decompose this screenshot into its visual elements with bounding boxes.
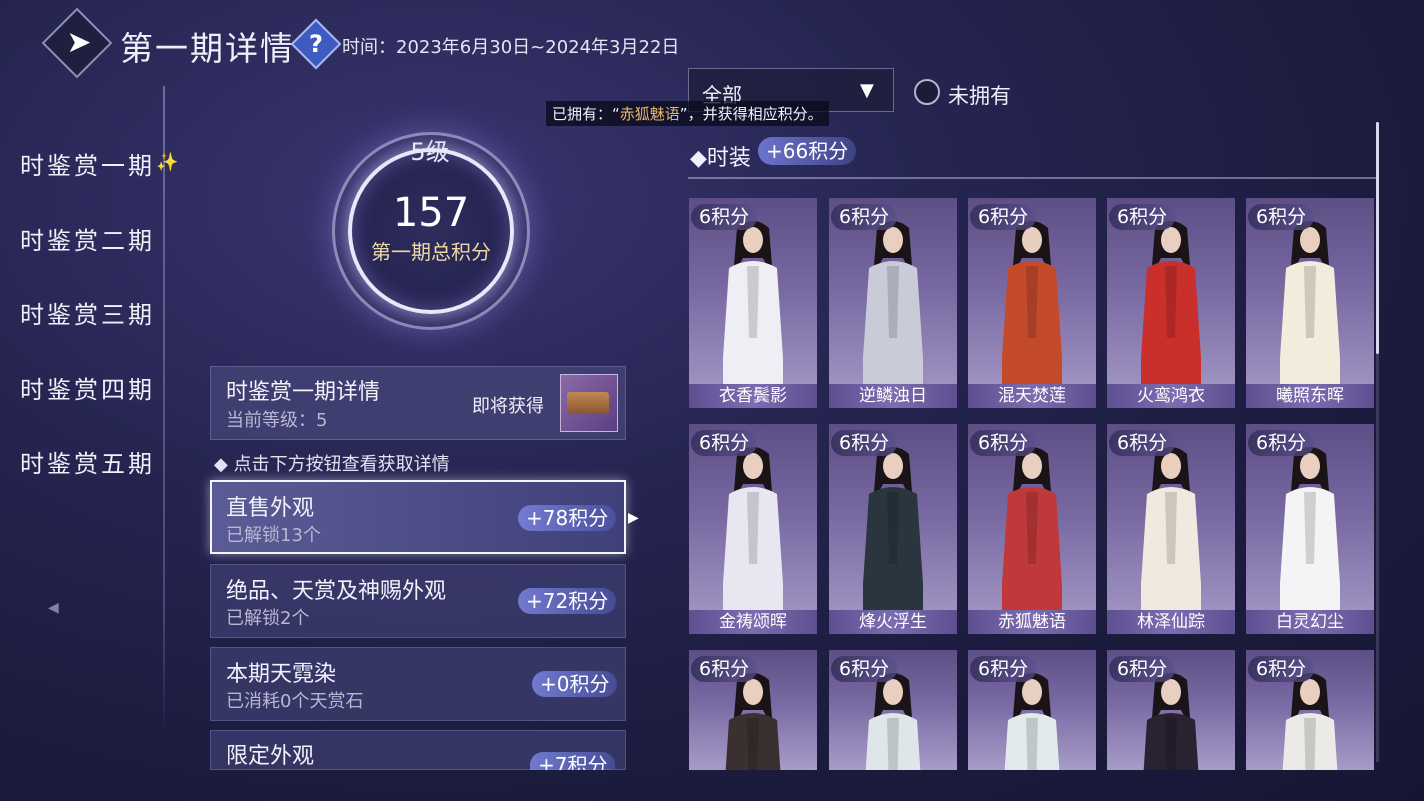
sidebar-item-period-5[interactable]: 时鉴赏五期	[20, 444, 155, 479]
outfit-name: 曦照东晖	[1246, 384, 1374, 408]
character-figure-icon	[1143, 673, 1199, 770]
character-figure-icon	[1004, 673, 1060, 770]
outfit-points-badge: 6积分	[1109, 656, 1176, 682]
outfit-points-badge: 6积分	[691, 656, 758, 682]
level-label: 5级	[410, 138, 450, 166]
page-title: 第一期详情	[120, 29, 295, 68]
coming-reward-label: 即将获得	[472, 396, 544, 417]
radio-label: 未拥有	[948, 84, 1011, 108]
outfit-card[interactable]: 6积分赤狐魅语	[968, 424, 1096, 634]
outfit-card[interactable]: 6积分火鸾鸿衣	[1107, 198, 1235, 408]
character-figure-icon	[863, 447, 923, 614]
outfit-name: 混天焚莲	[968, 384, 1096, 408]
outfit-card[interactable]: 6积分混天焚莲	[968, 198, 1096, 408]
outfit-name: 赤狐魅语	[968, 610, 1096, 634]
outfit-name: 白灵幻尘	[1246, 610, 1374, 634]
sidebar-item-period-4[interactable]: 时鉴赏四期	[20, 370, 155, 405]
character-figure-icon	[1141, 447, 1201, 614]
outfit-points-badge: 6积分	[691, 430, 758, 456]
category-title: 本期天霓染	[226, 662, 337, 687]
outfit-name: 林泽仙踪	[1107, 610, 1235, 634]
outfit-points-badge: 6积分	[1248, 430, 1315, 456]
character-figure-icon	[723, 447, 783, 614]
outfit-name: 衣香鬓影	[689, 384, 817, 408]
outfit-card[interactable]: 6积分曦照东晖	[1246, 198, 1374, 408]
category-points: +7积分	[530, 752, 616, 770]
outfit-name: 火鸾鸿衣	[1107, 384, 1235, 408]
outfit-name: 烽火浮生	[829, 610, 957, 634]
outfit-card[interactable]: 6积分林泽仙踪	[1107, 424, 1235, 634]
question-mark-icon: ?	[309, 30, 323, 58]
outfit-card[interactable]: 6积分	[829, 650, 957, 770]
outfit-points-badge: 6积分	[831, 204, 898, 230]
outfit-points-badge: 6积分	[970, 430, 1037, 456]
outfit-card[interactable]: 6积分	[1246, 650, 1374, 770]
outfit-card[interactable]: 6积分白灵幻尘	[1246, 424, 1374, 634]
selected-arrow-icon: ▶	[628, 510, 639, 526]
category-points: +78积分	[518, 505, 617, 531]
character-figure-icon	[1280, 447, 1340, 614]
section-divider	[688, 177, 1376, 179]
outfit-name: 金祷颂晖	[689, 610, 817, 634]
outfit-points-badge: 6积分	[970, 656, 1037, 682]
sidebar-item-period-3[interactable]: 时鉴赏三期	[20, 295, 155, 330]
period-text: 时间：2023年6月30日~2024年3月22日	[342, 37, 680, 58]
sidebar-item-period-2[interactable]: 时鉴赏二期	[20, 221, 155, 256]
character-figure-icon	[1282, 673, 1338, 770]
total-score-label: 第一期总积分	[371, 240, 491, 264]
character-figure-icon	[725, 673, 781, 770]
character-figure-icon	[1141, 221, 1201, 388]
sidebar-divider	[163, 86, 165, 736]
outfit-card[interactable]: 6积分衣香鬓影	[689, 198, 817, 408]
sidebar-item-period-1[interactable]: 时鉴赏一期	[20, 146, 155, 181]
total-score: 157	[392, 190, 470, 236]
category-sub: 已解锁13个	[226, 525, 321, 546]
owned-tooltip: 已拥有：“赤狐魅语”，并获得相应积分。	[546, 101, 829, 126]
outfit-points-badge: 6积分	[831, 656, 898, 682]
character-figure-icon	[1002, 447, 1062, 614]
back-arrow-icon: ➤	[66, 25, 92, 60]
outfit-name: 逆鳞浊日	[829, 384, 957, 408]
outfit-points-badge: 6积分	[970, 204, 1037, 230]
scrollbar-thumb[interactable]	[1376, 122, 1379, 354]
outfit-card[interactable]: 6积分	[968, 650, 1096, 770]
outfit-points-badge: 6积分	[1248, 204, 1315, 230]
outfit-points-badge: 6积分	[1109, 204, 1176, 230]
outfit-card[interactable]: 6积分	[689, 650, 817, 770]
scroll-hint-icon: ◀	[48, 600, 59, 616]
outfit-card[interactable]: 6积分	[1107, 650, 1235, 770]
character-figure-icon	[723, 221, 783, 388]
character-figure-icon	[1002, 221, 1062, 388]
outfit-card[interactable]: 6积分烽火浮生	[829, 424, 957, 634]
category-title: 限定外观	[226, 744, 315, 769]
character-figure-icon	[865, 673, 921, 770]
chevron-down-icon: ▼	[860, 80, 874, 101]
current-level: 当前等级：5	[226, 410, 328, 431]
outfit-points-badge: 6积分	[1248, 656, 1315, 682]
outfit-points-badge: 6积分	[831, 430, 898, 456]
outfit-points-badge: 6积分	[1109, 430, 1176, 456]
category-title: 绝品、天赏及神赐外观	[226, 579, 447, 604]
character-figure-icon	[1280, 221, 1340, 388]
hint-text: ◆ 点击下方按钮查看获取详情	[214, 454, 450, 475]
outfit-points-badge: 6积分	[691, 204, 758, 230]
active-indicator-icon: ✨	[156, 152, 179, 173]
section-points: +66积分	[758, 137, 857, 165]
character-figure-icon	[863, 221, 923, 388]
category-points: +72积分	[518, 588, 617, 614]
category-title: 直售外观	[226, 496, 315, 521]
section-title: ◆时装	[690, 146, 751, 171]
detail-title: 时鉴赏一期详情	[226, 380, 381, 405]
ticket-icon	[567, 392, 609, 414]
outfit-card[interactable]: 6积分金祷颂晖	[689, 424, 817, 634]
outfit-card[interactable]: 6积分逆鳞浊日	[829, 198, 957, 408]
category-sub: 已解锁2个	[226, 608, 310, 629]
category-sub: 已消耗0个天赏石	[226, 691, 364, 712]
not-owned-radio[interactable]	[914, 79, 940, 105]
category-points: +0积分	[532, 671, 618, 697]
